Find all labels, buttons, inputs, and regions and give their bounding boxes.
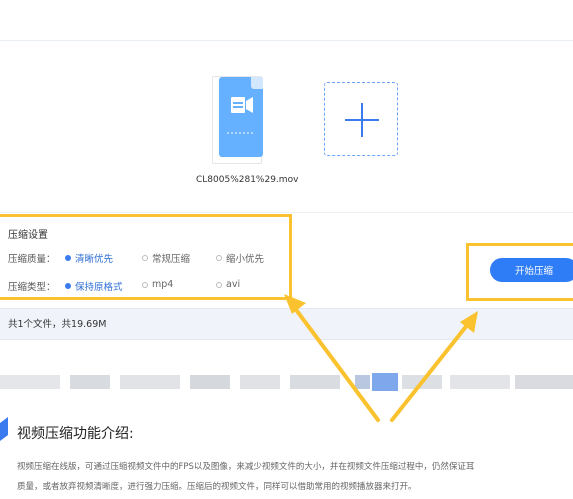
- blurred-strip: [0, 373, 573, 391]
- summary-text: 共1个文件，共19.69M: [8, 319, 107, 330]
- intro-line-1: 视频压缩在线版，可通过压缩视频文件中的FPS以及图像，来减少视频文件的大小，并在…: [17, 462, 475, 472]
- intro-title: 视频压缩功能介绍:: [17, 426, 134, 442]
- intro-marker-icon: [0, 417, 8, 441]
- highlight-box-start: [466, 243, 573, 301]
- add-file-button[interactable]: [324, 82, 398, 156]
- plus-icon: [345, 103, 379, 137]
- intro-line-2: 质量，或者放弃视频清晰度，进行强力压缩。压缩后的视频文件，同样可以借助常用的视频…: [17, 482, 417, 492]
- highlight-box-settings: [0, 214, 292, 300]
- file-name: CL8005%281%29.mov: [196, 175, 299, 185]
- intro-text: 视频压缩在线版，可通过压缩视频文件中的FPS以及图像，来减少视频文件的大小，并在…: [17, 457, 573, 497]
- top-divider: [0, 40, 573, 41]
- video-file-icon: [219, 77, 263, 157]
